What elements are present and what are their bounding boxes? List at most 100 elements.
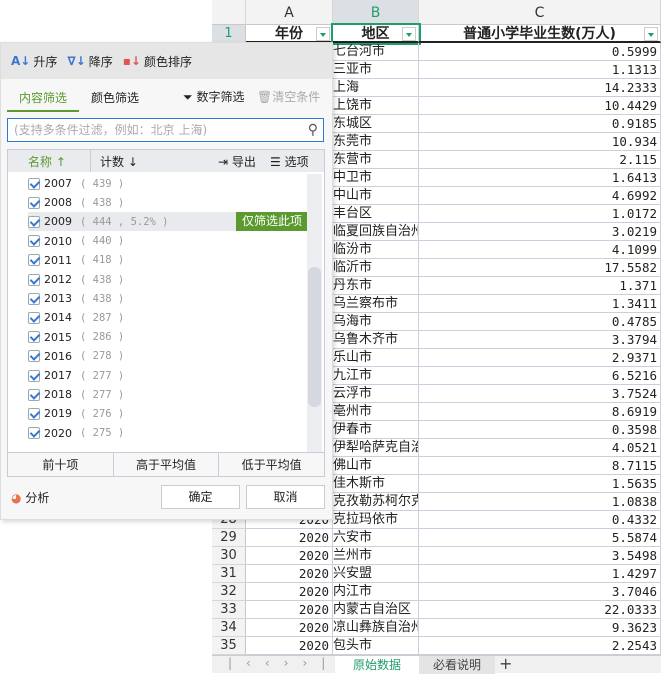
region-cell[interactable]: 乐山市 (333, 349, 419, 367)
filter-list-item[interactable]: 2009 ( 444 , 5.2% ) 仅筛选此项 (28, 212, 308, 232)
region-cell[interactable]: 乌海市 (333, 313, 419, 331)
tab-readme[interactable]: 必看说明 (419, 656, 495, 674)
checkbox-checked-icon[interactable] (28, 407, 40, 420)
export-button[interactable]: ⇥ 导出 (218, 153, 256, 170)
region-cell[interactable]: 临沂市 (333, 259, 419, 277)
sort-color-button[interactable]: ▪↓ 颜色排序 (123, 53, 192, 70)
search-icon[interactable]: ⚲ (308, 119, 318, 141)
graduates-cell[interactable]: 3.7046 (419, 583, 661, 601)
graduates-cell[interactable]: 9.3623 (419, 619, 661, 637)
graduates-cell[interactable]: 0.9185 (419, 115, 661, 133)
add-sheet-button[interactable]: + (499, 654, 512, 673)
row-header[interactable]: 34 (212, 619, 246, 637)
graduates-cell[interactable]: 1.4297 (419, 565, 661, 583)
column-header-b[interactable]: B (333, 0, 419, 25)
region-cell[interactable]: 兰州市 (333, 547, 419, 565)
row-header-1[interactable]: 1 (212, 25, 246, 43)
tab-original-data[interactable]: 原始数据 (335, 656, 419, 674)
graduates-cell[interactable]: 3.7524 (419, 385, 661, 403)
graduates-cell[interactable]: 1.1313 (419, 61, 661, 79)
region-cell[interactable]: 乌鲁木齐市 (333, 331, 419, 349)
region-cell[interactable]: 六安市 (333, 529, 419, 547)
filter-dropdown-icon[interactable] (644, 27, 658, 41)
checkbox-checked-icon[interactable] (28, 273, 40, 286)
graduates-cell[interactable]: 2.115 (419, 151, 661, 169)
checkbox-checked-icon[interactable] (28, 196, 40, 209)
region-cell[interactable]: 中卫市 (333, 169, 419, 187)
filter-search-input[interactable]: (支持多条件过滤，例如：北京 上海) ⚲ (7, 118, 324, 142)
graduates-cell[interactable]: 0.4785 (419, 313, 661, 331)
graduates-cell[interactable]: 3.0219 (419, 223, 661, 241)
filter-list-item[interactable]: 2020 ( 275 ) (28, 424, 308, 443)
checkbox-checked-icon[interactable] (28, 177, 40, 190)
filter-list-item[interactable]: 2019 ( 276 ) (28, 404, 308, 423)
sheet-nav-arrows-icon[interactable]: |‹‹››| (228, 656, 339, 670)
filter-list-item[interactable]: 2014 ( 287 ) (28, 308, 308, 327)
year-cell[interactable]: 2020 (246, 583, 333, 601)
filter-list-item[interactable]: 2012 ( 438 ) (28, 270, 308, 289)
graduates-cell[interactable]: 2.9371 (419, 349, 661, 367)
list-scrollbar[interactable] (307, 174, 322, 452)
filter-dropdown-icon[interactable] (402, 27, 416, 41)
checkbox-checked-icon[interactable] (28, 215, 40, 228)
filter-list-item[interactable]: 2008 ( 438 ) (28, 193, 308, 212)
tab-content-filter[interactable]: 内容筛选 (7, 89, 79, 112)
region-cell[interactable]: 七台河市 (333, 43, 419, 61)
region-cell[interactable]: 佛山市 (333, 457, 419, 475)
header-cell-year[interactable]: 年份 (246, 25, 333, 43)
checkbox-checked-icon[interactable] (28, 388, 40, 401)
region-cell[interactable]: 兴安盟 (333, 565, 419, 583)
filter-list-item[interactable]: 2015 ( 286 ) (28, 328, 308, 347)
header-cell-region[interactable]: 地区 (331, 23, 421, 45)
region-cell[interactable]: 凉山彝族自治州 (333, 619, 419, 637)
column-header-c[interactable]: C (419, 0, 661, 25)
graduates-cell[interactable]: 0.4332 (419, 511, 661, 529)
checkbox-checked-icon[interactable] (28, 350, 40, 363)
checkbox-checked-icon[interactable] (28, 292, 40, 305)
filter-list-item[interactable]: 2018 ( 277 ) (28, 385, 308, 404)
filter-dropdown-icon[interactable] (316, 27, 330, 41)
region-cell[interactable]: 伊犁哈萨克自治州 (333, 439, 419, 457)
select-all-corner[interactable] (212, 0, 246, 25)
row-header[interactable]: 31 (212, 565, 246, 583)
region-cell[interactable]: 中山市 (333, 187, 419, 205)
options-button[interactable]: ☰ 选项 (270, 153, 309, 170)
checkbox-checked-icon[interactable] (28, 369, 40, 382)
region-cell[interactable]: 包头市 (333, 637, 419, 655)
region-cell[interactable]: 东莞市 (333, 133, 419, 151)
sort-asc-button[interactable]: A↓ 升序 (11, 53, 57, 70)
graduates-cell[interactable]: 3.5498 (419, 547, 661, 565)
filter-list-item[interactable]: 2013 ( 438 ) (28, 289, 308, 308)
region-cell[interactable]: 内江市 (333, 583, 419, 601)
graduates-cell[interactable]: 6.5216 (419, 367, 661, 385)
header-cell-graduates[interactable]: 普通小学毕业生数(万人) (419, 25, 661, 43)
sort-by-count-button[interactable]: 计数 ↓ (100, 153, 138, 170)
graduates-cell[interactable]: 4.0521 (419, 439, 661, 457)
region-cell[interactable]: 伊春市 (333, 421, 419, 439)
region-cell[interactable]: 丹东市 (333, 277, 419, 295)
checkbox-checked-icon[interactable] (28, 427, 40, 440)
filter-list-item[interactable]: 2010 ( 440 ) (28, 232, 308, 251)
graduates-cell[interactable]: 4.6992 (419, 187, 661, 205)
filter-only-this-button[interactable]: 仅筛选此项 (235, 212, 308, 232)
region-cell[interactable]: 临汾市 (333, 241, 419, 259)
checkbox-checked-icon[interactable] (28, 331, 40, 344)
graduates-cell[interactable]: 8.7115 (419, 457, 661, 475)
clear-conditions-button[interactable]: 🗑清空条件 (257, 88, 320, 105)
checkbox-checked-icon[interactable] (28, 235, 40, 248)
row-header[interactable]: 35 (212, 637, 246, 655)
scrollbar-thumb[interactable] (308, 267, 321, 407)
cancel-button[interactable]: 取消 (246, 485, 325, 509)
year-cell[interactable]: 2020 (246, 529, 333, 547)
region-cell[interactable]: 克拉玛依市 (333, 511, 419, 529)
graduates-cell[interactable]: 17.5582 (419, 259, 661, 277)
region-cell[interactable]: 克孜勒苏柯尔克孜 (333, 493, 419, 511)
year-cell[interactable]: 2020 (246, 619, 333, 637)
filter-list-item[interactable]: 2016 ( 278 ) (28, 347, 308, 366)
graduates-cell[interactable]: 0.5999 (419, 43, 661, 61)
analysis-button[interactable]: ◕ 分析 (11, 489, 49, 506)
region-cell[interactable]: 乌兰察布市 (333, 295, 419, 313)
region-cell[interactable]: 亳州市 (333, 403, 419, 421)
filter-list-item[interactable]: 2011 ( 418 ) (28, 251, 308, 270)
column-header-a[interactable]: A (246, 0, 333, 25)
